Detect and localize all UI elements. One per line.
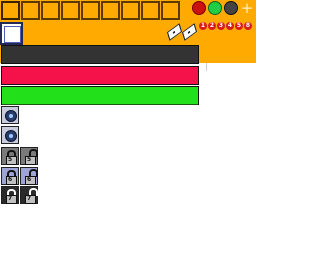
slot-5[interactable] bbox=[81, 1, 100, 20]
eraser-alt-icon[interactable] bbox=[181, 23, 198, 41]
selected-slot-frame bbox=[4, 26, 21, 43]
number-button-4[interactable]: 4 bbox=[226, 22, 234, 30]
number-button-5[interactable]: 5 bbox=[235, 22, 243, 30]
slot-4[interactable] bbox=[61, 1, 80, 20]
slot-6[interactable] bbox=[101, 1, 120, 20]
dark-color-button[interactable] bbox=[224, 1, 238, 15]
add-button[interactable]: + bbox=[240, 1, 254, 16]
lock-button-grey-locked[interactable]: 5 bbox=[1, 147, 19, 165]
red-color-button[interactable] bbox=[192, 1, 206, 15]
slot-2[interactable] bbox=[21, 1, 40, 20]
selected-slot[interactable] bbox=[0, 22, 23, 45]
slot-3[interactable] bbox=[41, 1, 60, 20]
number-button-2[interactable]: 2 bbox=[208, 22, 216, 30]
dark-bar[interactable] bbox=[1, 45, 199, 64]
lock-button-dark-unlocked[interactable]: 7 bbox=[20, 186, 38, 204]
globe-icon bbox=[5, 110, 17, 122]
green-bar-underline bbox=[2, 104, 198, 105]
green-bar[interactable] bbox=[1, 86, 199, 105]
color-buttons: + bbox=[192, 1, 254, 16]
globe-icon bbox=[5, 130, 17, 142]
lock-button-grey-unlocked[interactable]: 5 bbox=[20, 147, 38, 165]
green-color-button[interactable] bbox=[208, 1, 222, 15]
globe-button-2[interactable] bbox=[1, 126, 19, 144]
globe-button-1[interactable] bbox=[1, 106, 19, 124]
eraser-icon[interactable] bbox=[166, 23, 183, 41]
slot-8[interactable] bbox=[141, 1, 160, 20]
lock-button-blue-locked[interactable]: 6 bbox=[1, 167, 19, 185]
slot-9[interactable] bbox=[161, 1, 180, 20]
lock-button-dark-locked[interactable]: 7 bbox=[1, 186, 19, 204]
divider bbox=[206, 63, 207, 71]
slot-1[interactable] bbox=[1, 1, 20, 20]
number-buttons: 1 2 3 4 5 8 bbox=[199, 22, 253, 30]
number-button-8[interactable]: 8 bbox=[244, 22, 252, 30]
number-button-1[interactable]: 1 bbox=[199, 22, 207, 30]
red-bar[interactable] bbox=[1, 66, 199, 85]
slot-7[interactable] bbox=[121, 1, 140, 20]
number-button-3[interactable]: 3 bbox=[217, 22, 225, 30]
lock-button-blue-unlocked[interactable]: 6 bbox=[20, 167, 38, 185]
inventory-slots bbox=[1, 1, 181, 20]
